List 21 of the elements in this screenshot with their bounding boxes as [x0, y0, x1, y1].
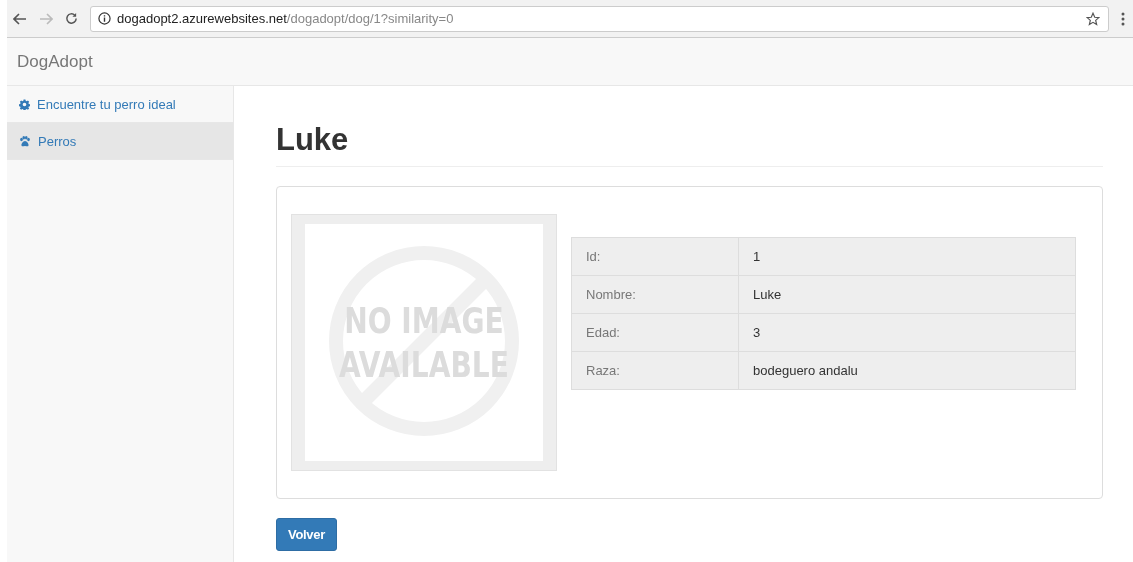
brand-link[interactable]: DogAdopt	[17, 51, 93, 72]
field-label: Edad:	[571, 313, 739, 352]
sidebar-item[interactable]: Perros	[7, 123, 233, 160]
info-icon[interactable]	[98, 12, 111, 25]
reload-icon[interactable]	[65, 12, 78, 25]
field-value: 3	[738, 313, 1076, 352]
page-title: Luke	[276, 122, 1103, 167]
paw-icon	[19, 135, 31, 147]
back-button[interactable]: Volver	[276, 518, 337, 551]
menu-icon[interactable]	[1121, 11, 1125, 26]
field-value: bodeguero andalu	[738, 351, 1076, 390]
field-label: Id:	[571, 237, 739, 276]
field-label: Nombre:	[571, 275, 739, 314]
field-value: 1	[738, 237, 1076, 276]
field-value: Luke	[738, 275, 1076, 314]
url-text: dogadopt2.azurewebsites.net/dogadopt/dog/1?similarity=0	[117, 11, 455, 26]
back-icon[interactable]	[13, 12, 27, 25]
field-label: Raza:	[571, 351, 739, 390]
address-bar[interactable]: dogadopt2.azurewebsites.net/dogadopt/dog/1?similarity=0	[90, 5, 1109, 32]
gear-icon	[19, 98, 30, 110]
bookmark-star-icon[interactable]	[1086, 11, 1100, 26]
